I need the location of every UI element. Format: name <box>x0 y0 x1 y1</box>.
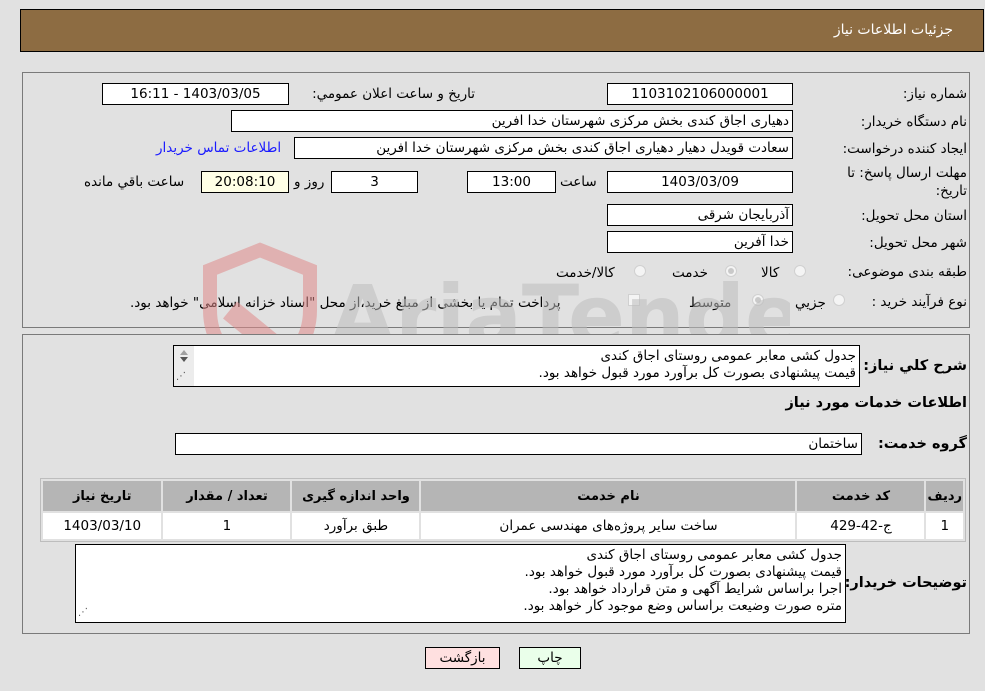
scroll-up-icon[interactable] <box>180 350 188 355</box>
resize-grip-icon[interactable]: ⋰ <box>176 368 186 385</box>
scroll-down-icon[interactable] <box>180 357 188 362</box>
category-radio-service[interactable] <box>725 265 737 277</box>
col-header-row-number: رديف <box>926 481 963 511</box>
buyer-contact-link[interactable]: اطلاعات تماس خريدار <box>156 140 281 156</box>
buyer-notes-line: اجرا براساس شرایط آگهی و متن قرارداد خوا… <box>548 581 842 597</box>
col-header-service-code: کد خدمت <box>797 481 925 511</box>
cell-quantity: 1 <box>163 513 291 539</box>
buyer-org-label: نام دستگاه خريدار: <box>860 114 967 130</box>
cell-service-name: ساخت سایر پروژه‌های مهندسی عمران <box>421 513 796 539</box>
days-remaining-field[interactable]: 3 <box>331 171 418 193</box>
purchase-option-minor: جزيي <box>795 295 826 311</box>
description-label: شرح کلي نياز: <box>863 358 967 374</box>
buyer-notes-line: قیمت پیشنهادی بصورت کل برآورد مورد قبول … <box>524 564 842 580</box>
services-table: رديف کد خدمت نام خدمت واحد اندازه گيری ت… <box>40 478 966 542</box>
cell-service-code: ج-42-429 <box>797 513 925 539</box>
creator-field[interactable]: سعادت قویدل دهیار دهیاری اجاق کندی بخش م… <box>294 137 793 159</box>
page-title: جزئيات اطلاعات نياز <box>833 22 953 38</box>
category-option-goods-service: کالا/خدمت <box>556 265 615 281</box>
cell-row-number: 1 <box>926 513 963 539</box>
buyer-org-field[interactable]: دهیاری اجاق کندی بخش مرکزی شهرستان خدا ا… <box>231 110 793 132</box>
description-line: جدول کشی معابر عمومی روستای اجاق کندی <box>600 348 856 364</box>
resize-grip-icon[interactable]: ⋰ <box>78 604 88 621</box>
treasury-checkbox[interactable] <box>628 294 640 306</box>
need-number-field[interactable]: 1103102106000001 <box>607 83 793 105</box>
purchase-radio-medium[interactable] <box>752 294 764 306</box>
service-group-field[interactable]: ساختمان <box>175 433 862 455</box>
deadline-date-field[interactable]: 1403/03/09 <box>607 171 793 193</box>
col-header-need-date: تاريخ نياز <box>43 481 162 511</box>
buyer-notes-line: متره صورت وضیعت براساس وضع موجود کار خوا… <box>523 598 842 614</box>
days-label: روز و <box>294 174 325 190</box>
cell-need-date: 1403/03/10 <box>43 513 162 539</box>
back-button[interactable]: بازگشت <box>425 647 500 669</box>
category-option-goods: کالا <box>761 265 780 281</box>
need-number-label: شماره نياز: <box>902 86 967 102</box>
description-textarea[interactable]: جدول کشی معابر عمومی روستای اجاق کندی قی… <box>173 345 860 387</box>
province-field[interactable]: آذربایجان شرقی <box>607 204 793 226</box>
col-header-unit: واحد اندازه گيری <box>292 481 420 511</box>
buyer-notes-line: جدول کشی معابر عمومی روستای اجاق کندی <box>586 547 842 563</box>
deadline-label-date: تاريخ: <box>935 183 967 199</box>
deadline-label: مهلت ارسال پاسخ: تا <box>847 165 967 181</box>
province-label: استان محل تحويل: <box>861 208 967 224</box>
category-option-service: خدمت <box>672 265 708 281</box>
category-label: طبقه بندی موضوعی: <box>847 264 967 280</box>
services-section-title: اطلاعات خدمات مورد نياز <box>785 395 967 411</box>
deadline-time-field[interactable]: 13:00 <box>467 171 556 193</box>
cell-unit: طبق برآورد <box>292 513 420 539</box>
category-radio-goods[interactable] <box>794 265 806 277</box>
announce-datetime-field[interactable]: 1403/03/05 - 16:11 <box>102 83 289 105</box>
page-header: جزئيات اطلاعات نياز <box>20 9 984 52</box>
treasury-checkbox-label: پرداخت تمام یا بخشی از مبلغ خرید،از محل … <box>130 295 561 311</box>
remaining-time-label: ساعت باقي مانده <box>84 174 185 190</box>
col-header-service-name: نام خدمت <box>421 481 796 511</box>
announce-label: تاريخ و ساعت اعلان عمومي: <box>312 86 475 102</box>
city-label: شهر محل تحويل: <box>869 235 967 251</box>
purchase-type-label: نوع فرآيند خريد : <box>871 294 967 310</box>
remaining-time-field[interactable]: 20:08:10 <box>201 171 289 193</box>
category-radio-goods-service[interactable] <box>634 265 646 277</box>
city-field[interactable]: خدا آفرین <box>607 231 793 253</box>
deadline-time-label: ساعت <box>560 174 597 190</box>
print-button[interactable]: چاپ <box>519 647 581 669</box>
table-row: 1 ج-42-429 ساخت سایر پروژه‌های مهندسی عم… <box>43 513 963 539</box>
buyer-notes-textarea[interactable]: جدول کشی معابر عمومی روستای اجاق کندی قی… <box>75 544 846 623</box>
creator-label: ايجاد کننده درخواست: <box>842 141 967 157</box>
purchase-radio-minor[interactable] <box>833 294 845 306</box>
buyer-notes-label: توضيحات خريدار: <box>844 575 967 591</box>
service-group-label: گروه خدمت: <box>877 436 967 452</box>
purchase-option-medium: متوسط <box>689 295 732 311</box>
description-line: قیمت پیشنهادی بصورت کل برآورد مورد قبول … <box>538 365 856 381</box>
col-header-quantity: تعداد / مقدار <box>163 481 291 511</box>
table-header-row: رديف کد خدمت نام خدمت واحد اندازه گيری ت… <box>43 481 963 511</box>
